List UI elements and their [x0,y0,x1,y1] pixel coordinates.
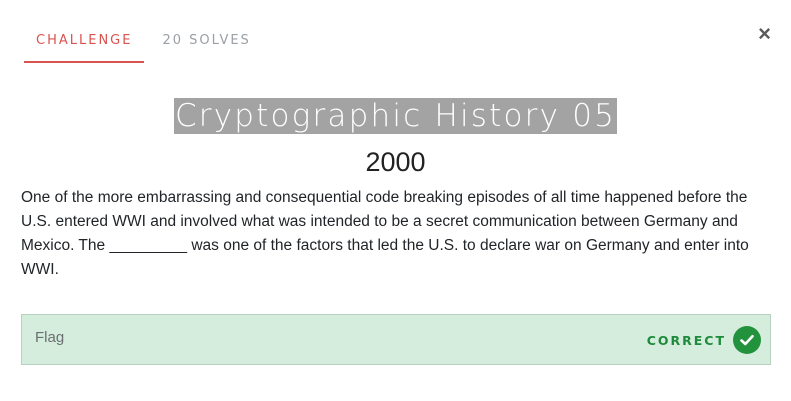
correct-status: CORRECT [647,326,761,354]
correct-label: CORRECT [646,332,726,348]
flag-submission-box: Flag CORRECT [21,314,771,365]
flag-input[interactable]: Flag [35,315,64,364]
challenge-title: Cryptographic History 05 [173,98,618,134]
tab-solves[interactable]: 20 SOLVES [150,22,262,63]
check-circle-icon [733,326,761,354]
close-icon[interactable]: × [758,23,771,45]
challenge-title-container: Cryptographic History 05 [0,98,791,134]
challenge-tabs: CHALLENGE 20 SOLVES [24,22,263,63]
tab-challenge[interactable]: CHALLENGE [24,22,145,63]
challenge-description: One of the more embarrassing and consequ… [21,189,749,278]
challenge-points: 2000 [365,147,426,177]
